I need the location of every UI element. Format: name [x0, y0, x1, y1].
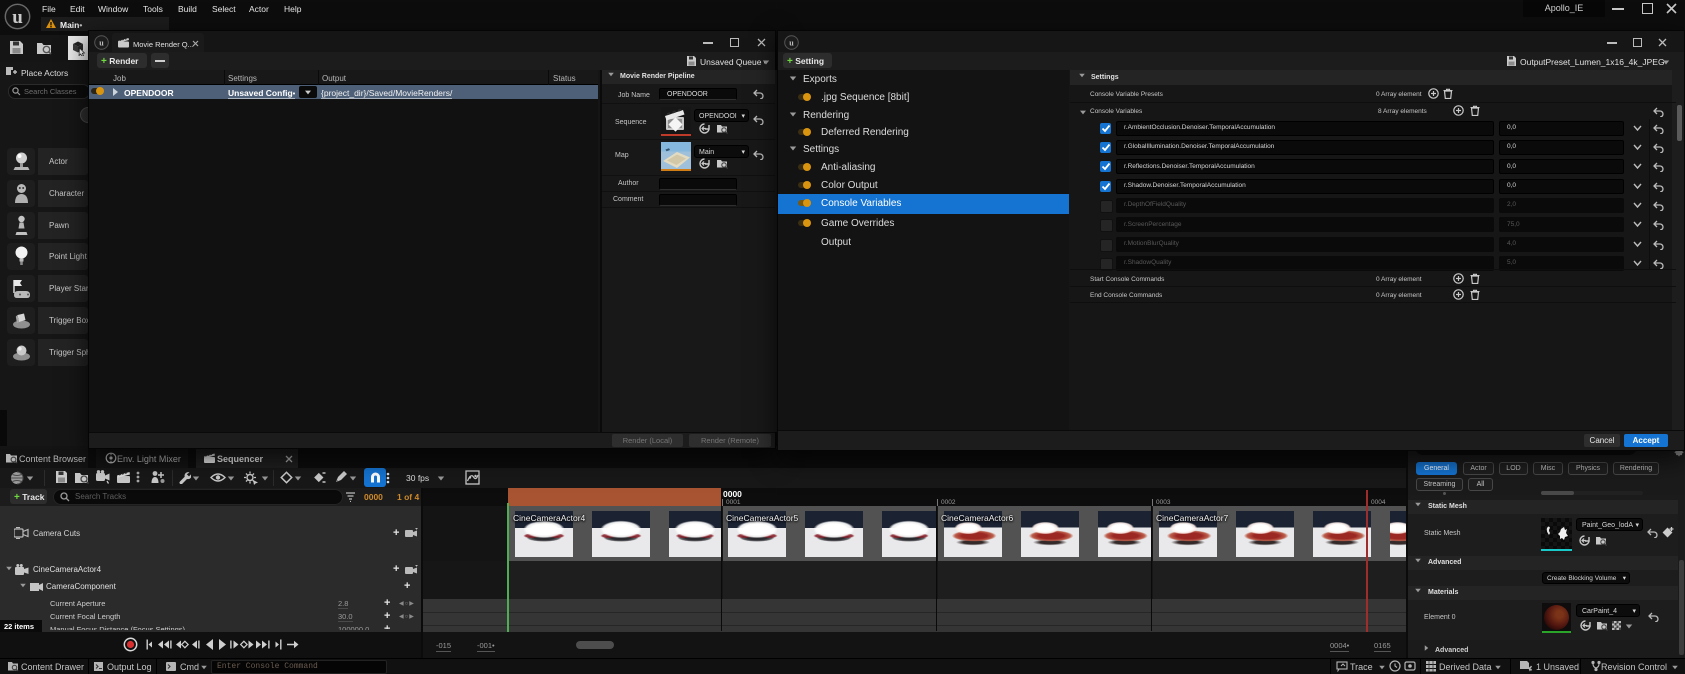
svg-text:u: u: [789, 39, 794, 48]
svg-text:u: u: [12, 7, 23, 28]
svg-text:u: u: [99, 39, 104, 48]
